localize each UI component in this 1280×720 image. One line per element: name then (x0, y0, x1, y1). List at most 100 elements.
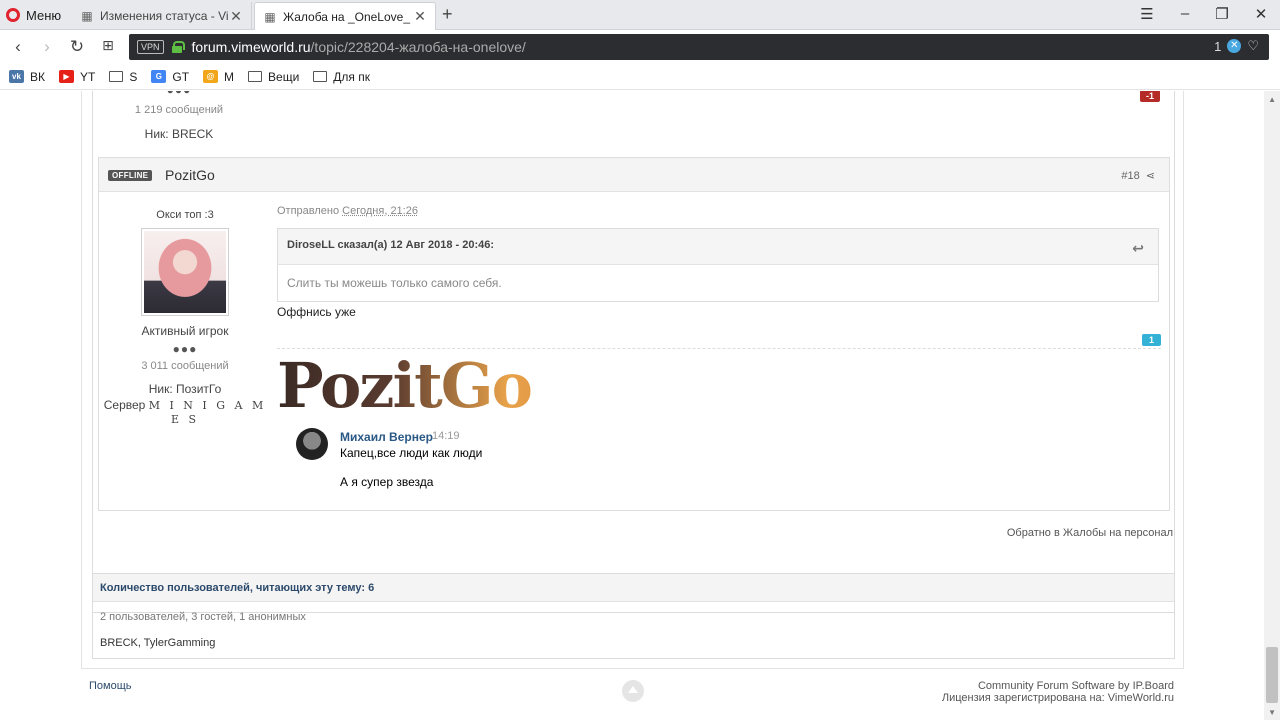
restore-icon[interactable]: ❐ (1212, 5, 1232, 23)
server-label: Сервер (103, 398, 146, 412)
chat-time: 14:19 (432, 430, 460, 442)
post-header: OFFLINE PozitGo #18 ⋖ (99, 158, 1169, 192)
adblock-count[interactable]: 1 (1214, 39, 1221, 54)
tab-status-changes[interactable]: ▦ Изменения статуса - Vime ✕ (72, 2, 252, 30)
bookmark-label: Для пк (333, 69, 371, 84)
avatar-image (144, 231, 226, 313)
post-number[interactable]: #18 ⋖ (1121, 169, 1155, 183)
forum-favicon-icon: ▦ (264, 9, 276, 24)
post-text: Оффнись уже (277, 305, 356, 319)
bookmark-m[interactable]: @ M (203, 70, 234, 84)
user-pips: ●●● (93, 91, 265, 97)
tab-complaint[interactable]: ▦ Жалоба на _OneLove_ - V ✕ (254, 2, 436, 30)
bookmark-label: GT (172, 69, 190, 84)
tab-close-icon[interactable]: ✕ (229, 8, 243, 25)
bookmark-label: Вещи (268, 69, 300, 84)
signature-chat-screenshot: Михаил Вернер 14:19 Капец,все люди как л… (277, 420, 735, 496)
forum-favicon-icon: ▦ (81, 9, 93, 23)
chat-message: А я супер звезда (340, 475, 434, 489)
address-bar: ‹ › ↻ ⊞ VPN forum.vimeworld.ru /topic/22… (0, 31, 1280, 63)
folder-icon (248, 71, 263, 82)
scroll-down-arrow-icon[interactable]: ▼ (1268, 708, 1276, 717)
signature-logo: PozitGo (277, 354, 737, 418)
quote-header: DiroseLL сказал(а) 12 Авг 2018 - 20:46: … (278, 229, 1158, 265)
readers-list[interactable]: BRECK, TylerGamming (93, 623, 1174, 649)
scrollbar-thumb[interactable] (1266, 647, 1278, 703)
url-host: forum.vimeworld.ru (191, 39, 311, 55)
bookmark-label: S (129, 69, 138, 84)
footer-credits: Community Forum Software by IP.Board Лиц… (942, 680, 1174, 704)
forward-icon[interactable]: › (37, 37, 57, 57)
folder-icon (313, 71, 328, 82)
reputation-badge[interactable]: -1 (1139, 91, 1160, 102)
post-18: OFFLINE PozitGo #18 ⋖ Окси топ :3 Активн… (98, 157, 1170, 511)
help-link[interactable]: Помощь (89, 680, 132, 692)
reputation-row: 1 (277, 327, 1161, 349)
back-icon[interactable]: ‹ (8, 37, 28, 57)
user-post-count[interactable]: 1 219 сообщений (93, 104, 265, 116)
bookmark-vk[interactable]: vk ВК (9, 70, 45, 84)
reputation-badge[interactable]: 1 (1141, 334, 1161, 346)
menu-label: Меню (26, 7, 62, 23)
chat-message: Капец,все люди как люди (340, 446, 483, 460)
forum-page: ●●● 1 219 сообщений Ник: BRECK -1 OFFLIN… (0, 91, 1264, 720)
previous-post-tail: ●●● 1 219 сообщений Ник: BRECK -1 (93, 91, 1174, 157)
minimize-icon[interactable]: – (1175, 5, 1195, 22)
adblock-icon[interactable]: ✕ (1227, 39, 1242, 53)
url-field[interactable]: VPN forum.vimeworld.ru /topic/228204-жал… (129, 34, 1269, 60)
bookmarks-bar: vk ВК ▶ YT S G GT @ M Вещи Для пк (0, 64, 1280, 90)
quote-text: Слить ты можешь только самого себя. (287, 276, 502, 290)
avatar[interactable] (141, 228, 229, 316)
post-author[interactable]: PozitGo (165, 167, 215, 183)
active-readers: Количество пользователей, читающих эту т… (92, 573, 1175, 659)
signature: PozitGo Михаил Вернер 14:19 Капец,все лю… (277, 354, 737, 499)
mail-icon: @ (203, 70, 219, 83)
page-scrollbar[interactable] (1264, 91, 1280, 720)
lock-icon[interactable] (171, 41, 185, 53)
vpn-badge[interactable]: VPN (137, 40, 164, 54)
quote-block: DiroseLL сказал(а) 12 Авг 2018 - 20:46: … (277, 228, 1159, 302)
quote-jump-icon[interactable]: ↩ (1132, 240, 1144, 257)
software-credit[interactable]: Community Forum Software by IP.Board (942, 680, 1174, 692)
close-window-icon[interactable]: ✕ (1251, 5, 1271, 23)
quote-author: DiroseLL сказал(а) 12 Авг 2018 - 20:46: (287, 239, 495, 251)
chat-name: Михаил Вернер (340, 430, 433, 444)
new-tab-button[interactable]: + (442, 4, 453, 25)
tab-title: Жалоба на _OneLove_ - V (283, 9, 413, 24)
tab-menu-icon[interactable]: ☰ (1137, 5, 1157, 23)
tab-close-icon[interactable]: ✕ (413, 8, 427, 25)
scroll-up-arrow-icon[interactable]: ▲ (1268, 95, 1276, 104)
bookmark-label: M (224, 69, 235, 84)
server-value: M I N I G A M E S (148, 399, 267, 426)
bookmark-folder-pc[interactable]: Для пк (313, 70, 370, 84)
user-nick: Ник: BRECK (144, 127, 214, 141)
back-to-forum-link[interactable]: Обратно в Жалобы на персонал (1007, 527, 1173, 539)
bookmark-yt[interactable]: ▶ YT (59, 70, 95, 84)
bookmark-gt[interactable]: G GT (151, 70, 189, 84)
post-body: Отправлено Сегодня, 21:26 DiroseLL сказа… (277, 192, 1161, 499)
post-number-label: #18 (1121, 169, 1140, 182)
folder-icon (109, 71, 124, 82)
status-badge: OFFLINE (108, 170, 153, 181)
opera-menu-button[interactable]: Меню (6, 5, 61, 25)
speed-dial-icon[interactable]: ⊞ (98, 37, 118, 54)
google-translate-icon: G (151, 70, 167, 83)
user-post-count[interactable]: 3 011 сообщений (99, 360, 271, 372)
posted-prefix: Отправлено (277, 205, 340, 217)
readers-title: Количество пользователей, читающих эту т… (93, 574, 1174, 602)
share-icon[interactable]: ⋖ (1146, 169, 1155, 182)
bookmark-heart-icon[interactable]: ♡ (1247, 38, 1259, 54)
bookmark-folder-s[interactable]: S (109, 70, 137, 84)
user-server: Сервер M I N I G A M E S (99, 398, 271, 426)
post-date: Отправлено Сегодня, 21:26 (277, 205, 1161, 217)
posted-when: Сегодня, 21:26 (342, 205, 418, 217)
url-path: /topic/228204-жалоба-на-onelove/ (310, 39, 526, 55)
reload-icon[interactable]: ↻ (67, 37, 87, 57)
license-credit: Лицензия зарегистрирована на: VimeWorld.… (941, 692, 1174, 704)
user-info: Окси топ :3 Активный игрок ●●● 3 011 соо… (99, 192, 271, 426)
scroll-to-top-button[interactable] (622, 680, 644, 702)
opera-logo-icon (6, 8, 20, 22)
tab-title: Изменения статуса - Vime (100, 9, 229, 23)
chat-avatar (296, 428, 328, 460)
bookmark-folder-things[interactable]: Вещи (248, 70, 299, 84)
